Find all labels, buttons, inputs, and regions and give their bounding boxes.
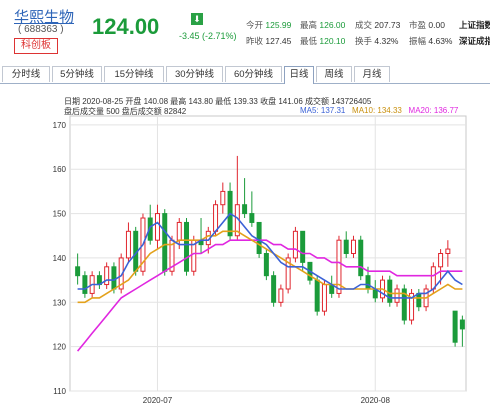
candle-body — [256, 221, 262, 255]
y-tick-label: 170 — [53, 121, 67, 130]
y-tick-label: 160 — [53, 165, 67, 174]
candle-body — [292, 230, 298, 259]
ma20-legend: MA20: 136.77 — [408, 106, 459, 115]
candle-body — [82, 275, 88, 294]
candle-body — [452, 310, 458, 343]
candle-body — [343, 239, 349, 254]
candle-body — [111, 266, 117, 290]
candle-body — [278, 288, 284, 303]
candle-body — [271, 275, 277, 303]
candle-body — [184, 221, 190, 272]
y-tick-label: 120 — [53, 343, 67, 352]
x-tick-label: 2020-07 — [143, 396, 173, 405]
after-hours-info: 盘后成交量 500 盘后成交额 82842 — [64, 107, 187, 116]
candle-body — [394, 288, 400, 303]
y-tick-label: 130 — [53, 298, 67, 307]
candle-body — [75, 266, 81, 277]
y-tick-label: 140 — [53, 254, 67, 263]
candle-body — [358, 239, 364, 277]
candle-body — [154, 213, 160, 241]
candle-body — [213, 204, 219, 232]
candle-body — [162, 213, 168, 272]
candle-body — [459, 319, 465, 330]
candle-body — [242, 204, 248, 215]
candle-body — [321, 284, 327, 312]
candle-body — [438, 253, 444, 268]
candle-body — [249, 213, 255, 223]
ma10-legend: MA10: 134.33 — [352, 106, 402, 115]
candle-body — [430, 266, 436, 290]
candle-body — [314, 279, 320, 312]
y-tick-label: 150 — [53, 210, 67, 219]
x-tick-label: 2020-08 — [361, 396, 391, 405]
candle-body — [125, 230, 131, 259]
candle-body — [220, 190, 226, 206]
candle-body — [387, 279, 393, 303]
candle-body — [416, 292, 422, 308]
candle-body — [176, 221, 182, 241]
candle-body — [365, 275, 371, 290]
candle-body — [300, 230, 306, 263]
ma-legend: MA5: 137.31 MA10: 134.33 MA20: 136.77 — [300, 106, 458, 115]
y-tick-label: 110 — [53, 387, 66, 396]
ma5-legend: MA5: 137.31 — [300, 106, 346, 115]
candle-body — [350, 239, 356, 254]
kline-chart[interactable]: 110 120 130 140 150 160 170 2020-07 2020-08 — [0, 0, 490, 411]
candle-body — [263, 253, 269, 277]
candle-body — [445, 248, 451, 254]
